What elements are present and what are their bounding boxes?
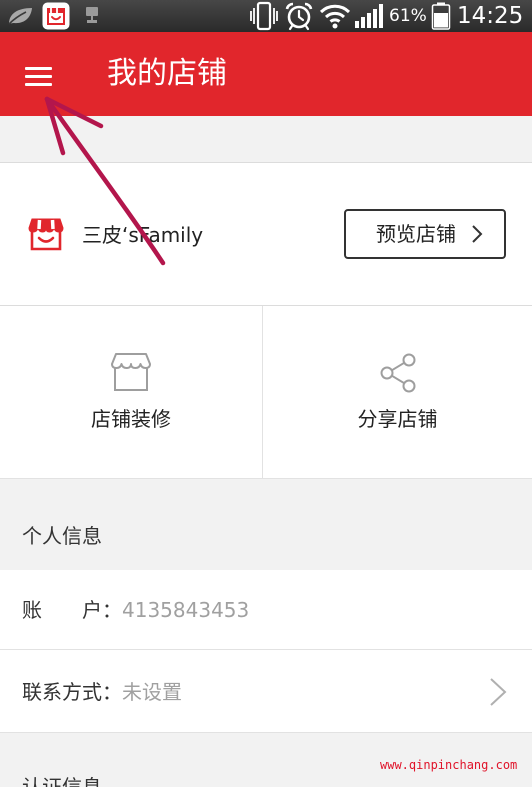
share-icon (380, 353, 416, 393)
chevron-right-icon (472, 225, 483, 243)
contact-row[interactable]: 联系方式：未设置 (0, 650, 532, 732)
account-line: 账 户：4135843453 (22, 596, 249, 624)
store-name: 三皮‘sFamily (82, 223, 204, 247)
store-logo-icon (28, 218, 64, 251)
clock: 14:25 (457, 3, 524, 29)
app-header: 我的店铺 (0, 32, 532, 116)
alarm-icon (285, 2, 313, 31)
status-bar: 61% 14:25 (0, 0, 532, 32)
signal-icon (355, 4, 383, 28)
battery-icon (431, 2, 451, 30)
app-store-icon (42, 2, 70, 30)
store-decoration-button[interactable]: 店铺装修 (0, 306, 263, 478)
leaf-icon (8, 8, 32, 25)
usb-debug-icon (86, 7, 98, 23)
page-title: 我的店铺 (107, 56, 227, 91)
menu-bar (25, 67, 52, 70)
hamburger-menu-icon[interactable] (14, 50, 64, 100)
section-title: 认证信息 (22, 775, 102, 787)
account-value: 4135843453 (122, 598, 250, 622)
contact-line: 联系方式：未设置 (22, 678, 182, 706)
battery-percent: 61% (389, 6, 427, 26)
share-store-label: 分享店铺 (357, 407, 438, 431)
storefront-icon (111, 353, 151, 391)
store-decoration-label: 店铺装修 (91, 407, 171, 431)
account-label: 账 户： (22, 598, 122, 622)
watermark: www.qinpinchang.com (380, 758, 518, 772)
vibrate-icon (250, 1, 278, 31)
wifi-icon (319, 4, 351, 29)
preview-store-button[interactable]: 预览店铺 (344, 209, 506, 259)
account-row: 账 户：4135843453 (0, 570, 532, 650)
personal-info-header: 个人信息 (0, 478, 532, 570)
spacer (0, 116, 532, 163)
action-grid: 店铺装修 分享店铺 (0, 306, 532, 478)
screen: 61% 14:25 我的店铺 三皮‘sFamily 预览店铺 店铺装修 分享店铺… (0, 0, 532, 787)
chevron-right-icon (490, 678, 507, 706)
menu-bar (25, 75, 52, 78)
share-store-button[interactable]: 分享店铺 (263, 306, 532, 478)
menu-bar (25, 83, 52, 86)
contact-label: 联系方式： (22, 680, 122, 704)
section-title: 个人信息 (22, 524, 102, 548)
store-summary: 三皮‘sFamily 预览店铺 (0, 163, 532, 306)
preview-store-label: 预览店铺 (376, 222, 456, 246)
contact-value: 未设置 (122, 680, 182, 704)
